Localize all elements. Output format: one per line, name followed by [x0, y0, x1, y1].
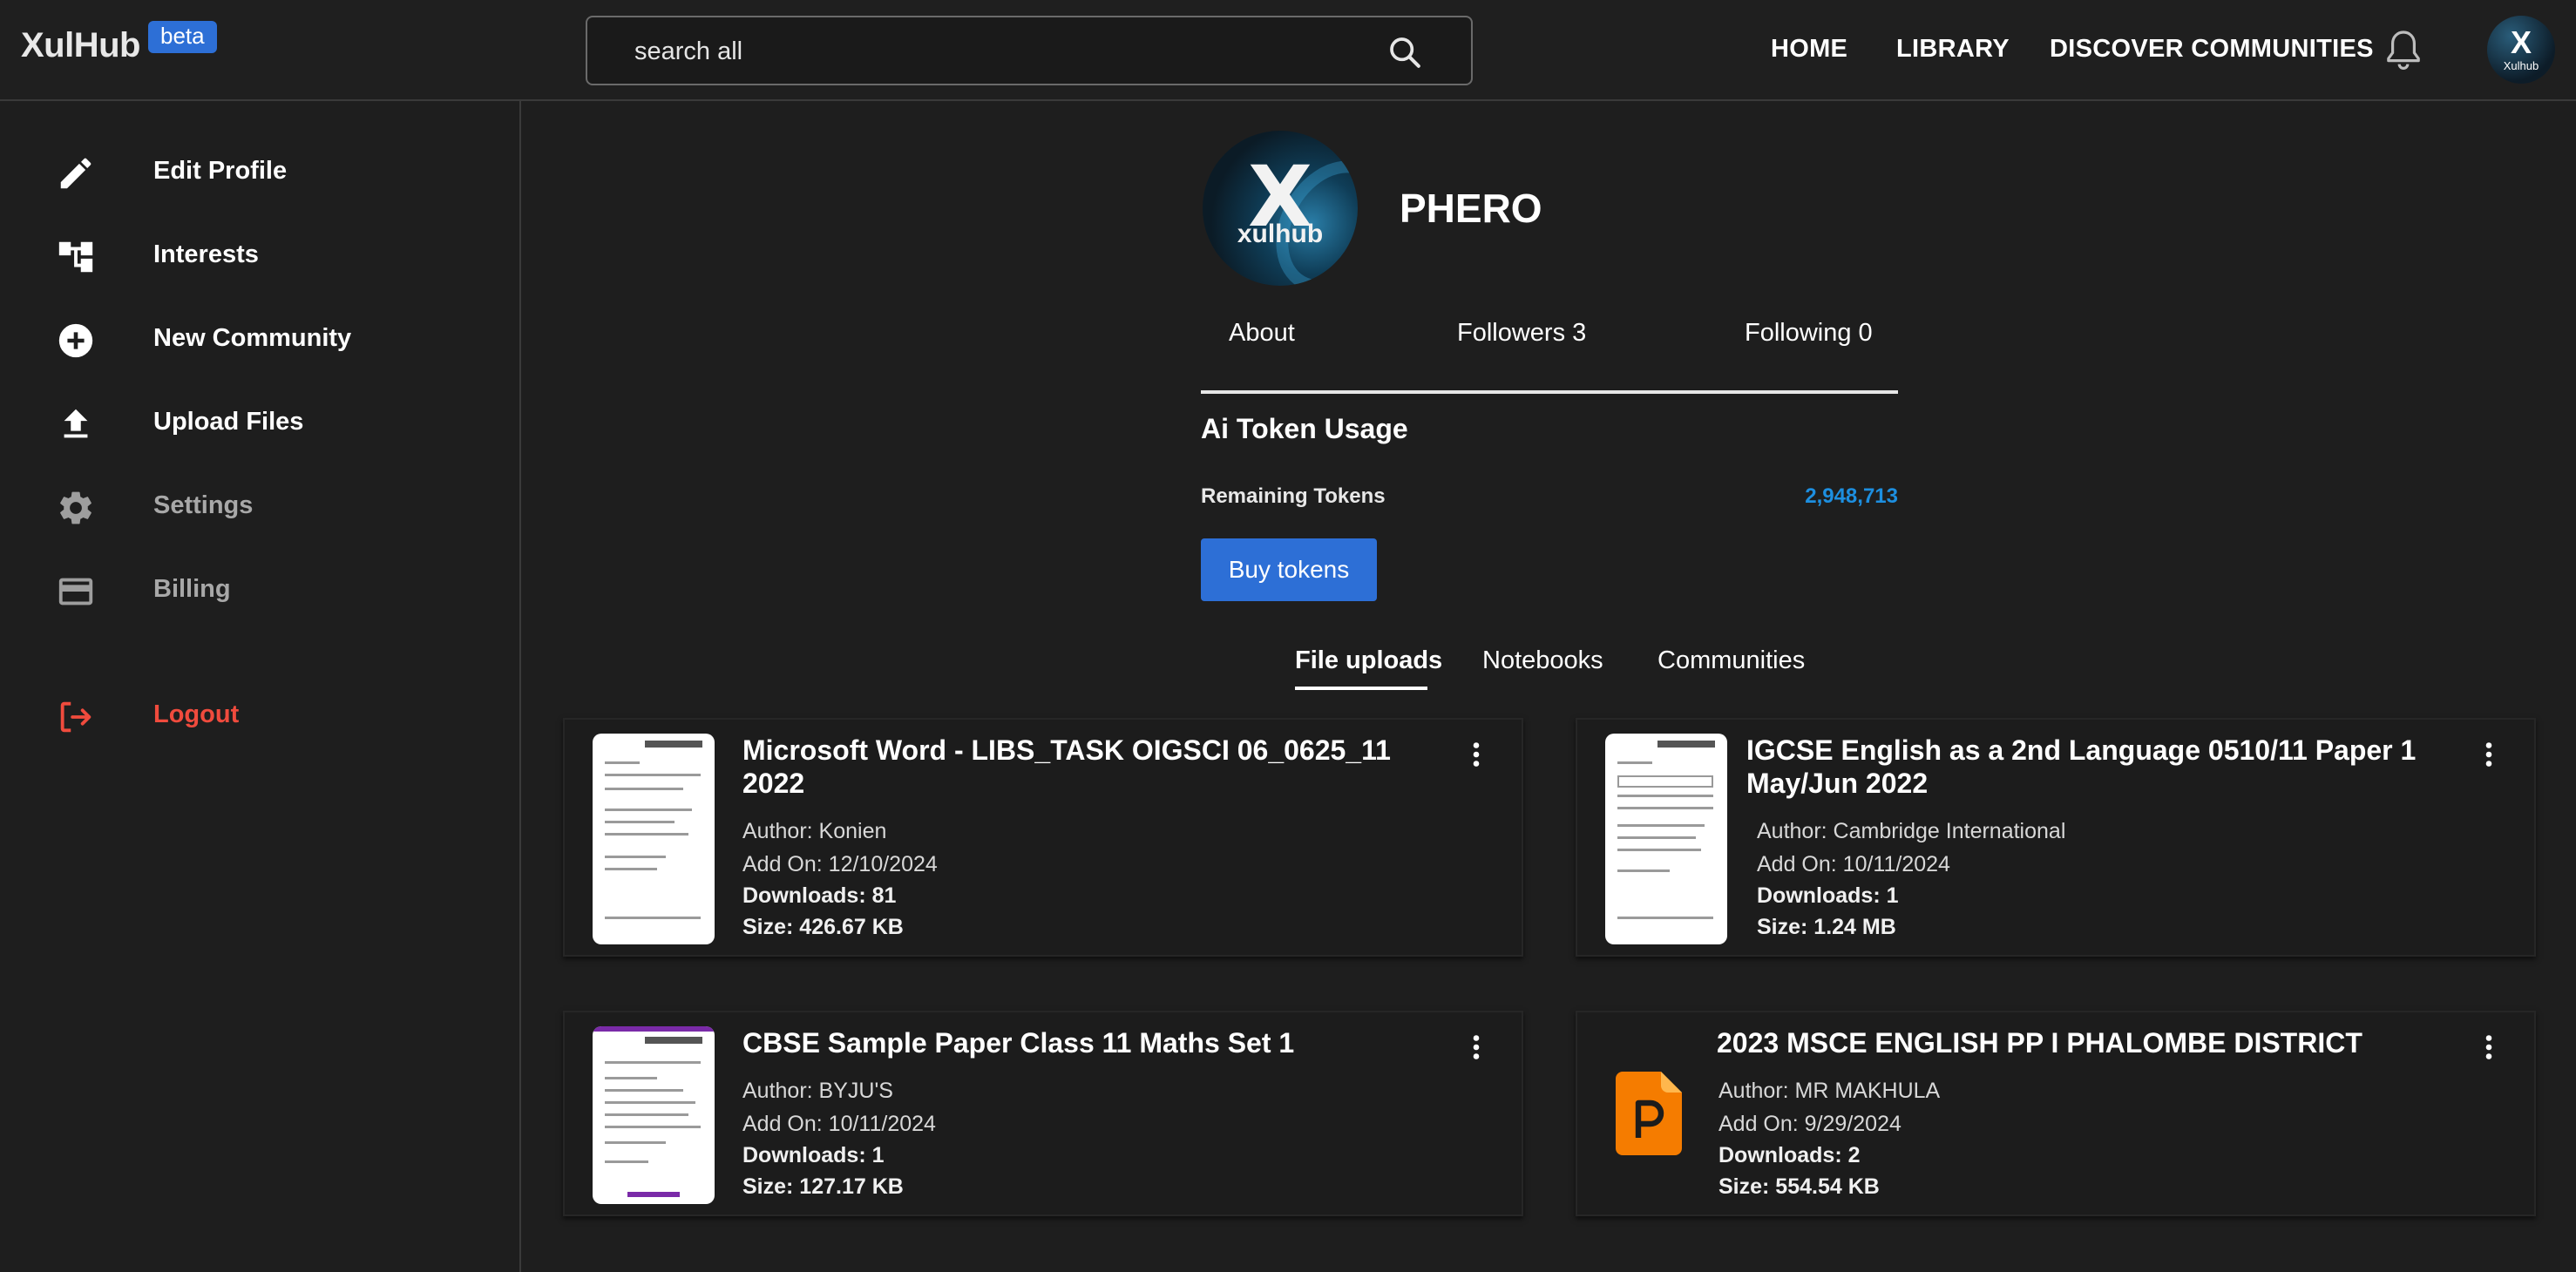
file-added-date: Add On: 10/11/2024: [742, 1112, 936, 1136]
file-downloads: Downloads: 81: [742, 883, 897, 908]
sidebar-item-billing[interactable]: Billing: [0, 556, 519, 626]
upload-icon: [64, 409, 88, 438]
more-vert-icon[interactable]: [2480, 739, 2498, 770]
avatar-mark: X: [2510, 24, 2532, 60]
nav-home[interactable]: HOME: [1771, 35, 1847, 64]
sidebar-item-label: Upload Files: [153, 408, 304, 436]
file-thumbnail: [593, 1026, 715, 1204]
nav-library[interactable]: LIBRARY: [1896, 35, 2010, 64]
tab-communities[interactable]: Communities: [1657, 646, 1805, 675]
user-avatar[interactable]: X Xulhub: [2487, 16, 2555, 84]
file-author: Author: Konien: [742, 819, 887, 843]
app-logo[interactable]: XulHub: [21, 26, 140, 65]
file-size: Size: 426.67 KB: [742, 915, 904, 939]
file-title[interactable]: IGCSE English as a 2nd Language 0510/11 …: [1746, 734, 2470, 800]
sidebar: Edit Profile Interests New Community Upl…: [0, 101, 521, 1272]
hierarchy-icon: [58, 241, 93, 273]
top-bar: XulHub beta HOME LIBRARY DISCOVER COMMUN…: [0, 0, 2576, 101]
sidebar-item-label: Interests: [153, 240, 259, 268]
sidebar-item-label: Edit Profile: [153, 157, 288, 185]
bell-icon[interactable]: [2383, 28, 2424, 73]
sidebar-item-settings[interactable]: Settings: [0, 472, 519, 542]
active-tab-indicator: [1295, 687, 1427, 690]
sidebar-item-interests[interactable]: Interests: [0, 221, 519, 291]
more-vert-icon[interactable]: [1468, 1032, 1485, 1063]
file-author: Author: MR MAKHULA: [1718, 1079, 1941, 1103]
followers-count[interactable]: Followers 3: [1457, 319, 1586, 348]
file-thumbnail: [1605, 734, 1727, 944]
file-downloads: Downloads: 1: [742, 1143, 885, 1167]
file-title[interactable]: Microsoft Word - LIBS_TASK OIGSCI 06_062…: [742, 734, 1440, 800]
sidebar-item-label: Settings: [153, 491, 254, 519]
sidebar-item-edit-profile[interactable]: Edit Profile: [0, 138, 519, 207]
profile-avatar-text: xulhub: [1237, 220, 1324, 248]
file-card[interactable]: 2023 MSCE ENGLISH PP I PHALOMBE DISTRICT…: [1576, 1011, 2536, 1216]
sidebar-item-logout[interactable]: Logout: [0, 681, 519, 751]
file-size: Size: 1.24 MB: [1757, 915, 1896, 939]
more-vert-icon[interactable]: [1468, 739, 1485, 770]
sidebar-item-new-community[interactable]: New Community: [0, 305, 519, 375]
gear-icon: [60, 491, 92, 524]
file-card[interactable]: Microsoft Word - LIBS_TASK OIGSCI 06_062…: [563, 718, 1523, 957]
credit-card-icon: [58, 578, 93, 606]
search-icon[interactable]: [1387, 35, 1422, 70]
logout-icon: [60, 701, 92, 733]
stats-divider: [1201, 390, 1898, 394]
file-added-date: Add On: 12/10/2024: [742, 852, 938, 876]
sidebar-item-label: Logout: [153, 700, 240, 728]
add-circle-icon: [58, 323, 93, 358]
file-title[interactable]: 2023 MSCE ENGLISH PP I PHALOMBE DISTRICT: [1717, 1026, 2466, 1059]
file-downloads: Downloads: 2: [1718, 1143, 1861, 1167]
tab-notebooks[interactable]: Notebooks: [1482, 646, 1603, 675]
sidebar-item-upload-files[interactable]: Upload Files: [0, 389, 519, 458]
file-title[interactable]: CBSE Sample Paper Class 11 Maths Set 1: [742, 1026, 1440, 1059]
nav-discover-communities[interactable]: DISCOVER COMMUNITIES: [2050, 35, 2374, 64]
file-author: Author: BYJU'S: [742, 1079, 893, 1103]
search-input[interactable]: [634, 33, 1384, 70]
file-added-date: Add On: 10/11/2024: [1757, 852, 1950, 876]
file-size: Size: 127.17 KB: [742, 1174, 904, 1199]
file-card[interactable]: IGCSE English as a 2nd Language 0510/11 …: [1576, 718, 2536, 957]
file-size: Size: 554.54 KB: [1718, 1174, 1880, 1199]
about-link[interactable]: About: [1229, 319, 1295, 348]
more-vert-icon[interactable]: [2480, 1032, 2498, 1063]
beta-badge: beta: [148, 21, 217, 53]
profile-avatar[interactable]: X xulhub: [1203, 131, 1358, 286]
file-card[interactable]: CBSE Sample Paper Class 11 Maths Set 1 A…: [563, 1011, 1523, 1216]
sidebar-item-label: New Community: [153, 324, 352, 352]
buy-tokens-button[interactable]: Buy tokens: [1201, 538, 1377, 601]
file-downloads: Downloads: 1: [1757, 883, 1899, 908]
pencil-icon: [60, 158, 92, 189]
powerpoint-file-icon: [1616, 1072, 1682, 1155]
file-author: Author: Cambridge International: [1757, 819, 2066, 843]
file-thumbnail: [593, 734, 715, 944]
remaining-tokens-value: 2,948,713: [1805, 484, 1898, 508]
following-count[interactable]: Following 0: [1745, 319, 1873, 348]
avatar-text: Xulhub: [2503, 59, 2539, 72]
search-box[interactable]: [586, 16, 1473, 85]
token-usage-title: Ai Token Usage: [1201, 413, 1408, 444]
remaining-tokens-label: Remaining Tokens: [1201, 484, 1386, 508]
profile-username: PHERO: [1400, 186, 1542, 231]
file-added-date: Add On: 9/29/2024: [1718, 1112, 1901, 1136]
sidebar-item-label: Billing: [153, 575, 231, 603]
tab-file-uploads[interactable]: File uploads: [1295, 646, 1442, 675]
